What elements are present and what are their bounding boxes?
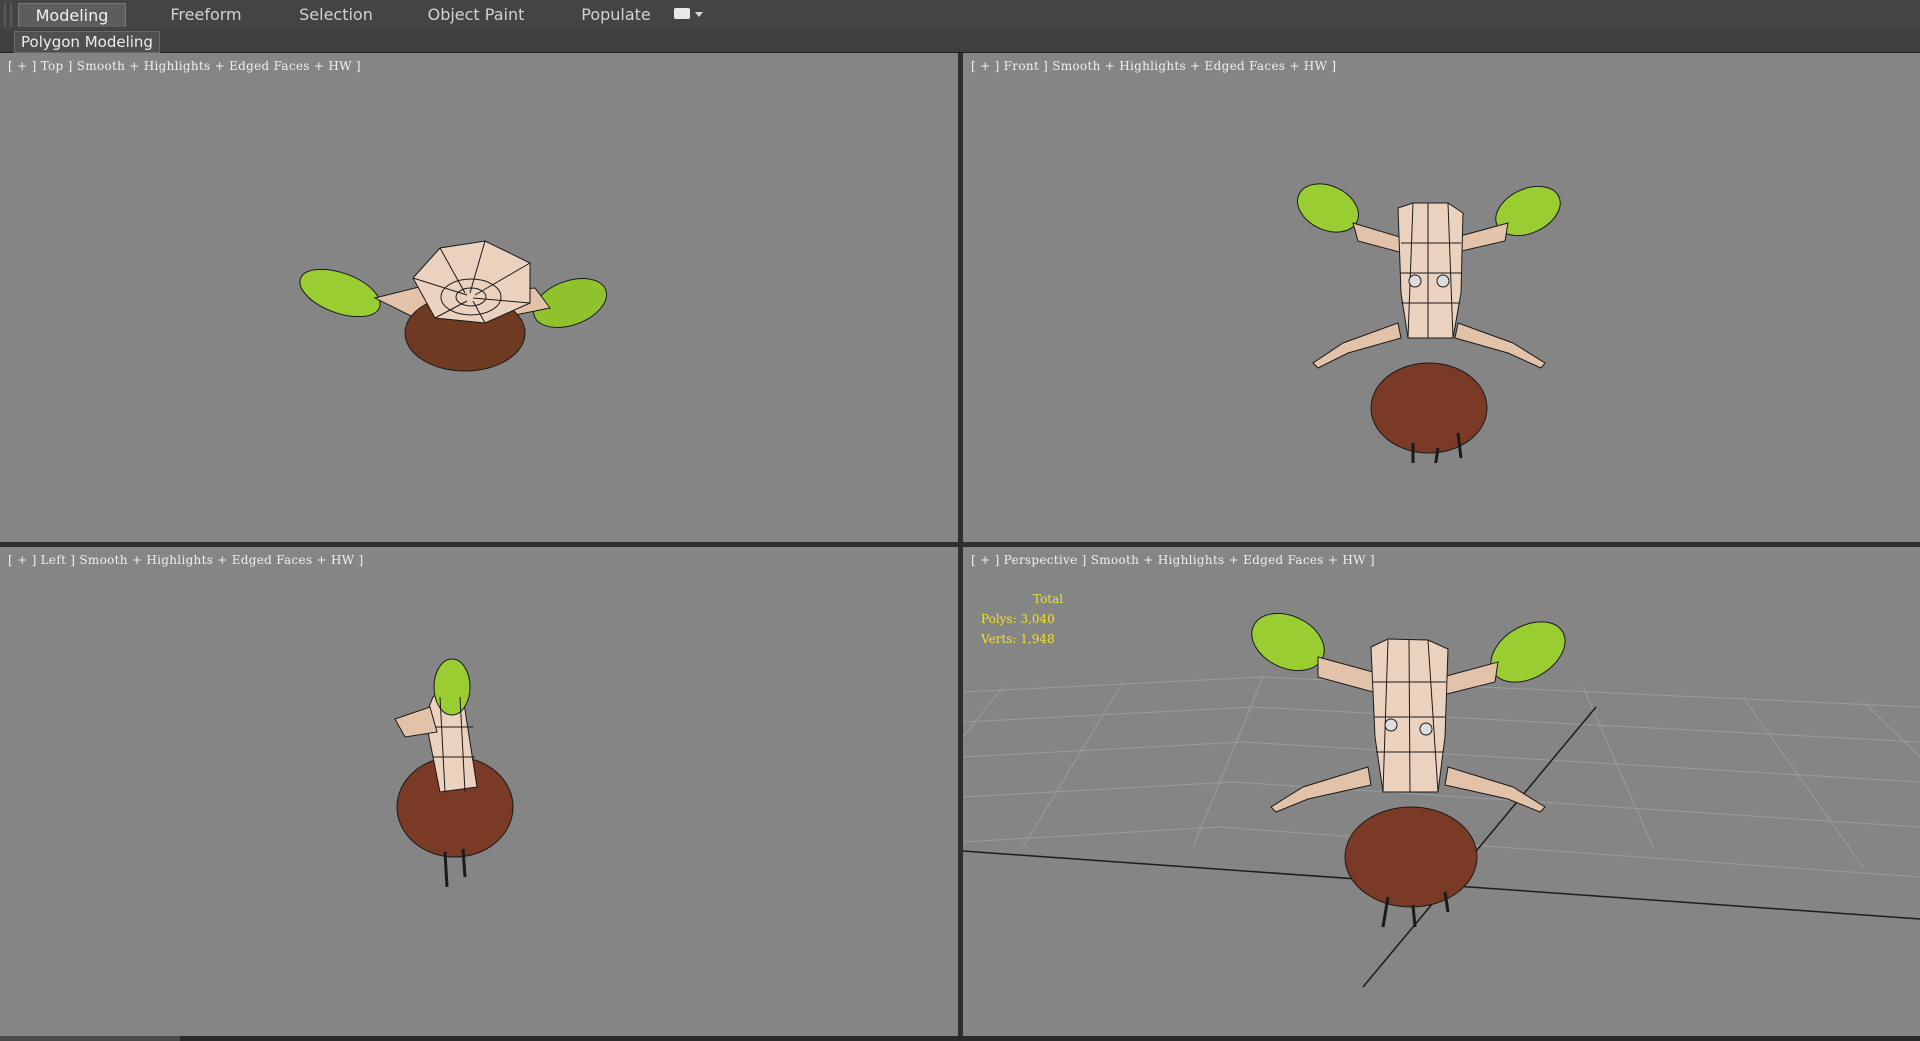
- panel-options-icon: [674, 8, 690, 19]
- tab-populate[interactable]: Populate: [558, 3, 674, 27]
- model-front-view: [1297, 183, 1561, 463]
- chevron-down-icon: [695, 12, 703, 17]
- model-perspective-view: [1251, 612, 1566, 928]
- model-left-view: [394, 658, 514, 888]
- ribbon-tab-bar: Modeling Freeform Selection Object Paint…: [0, 0, 1920, 31]
- viewport-top[interactable]: [ + ] Top ] Smooth + Highlights + Edged …: [0, 53, 958, 542]
- tab-object-paint[interactable]: Object Paint: [408, 3, 544, 27]
- viewport-area: [ + ] Top ] Smooth + Highlights + Edged …: [0, 53, 1920, 1041]
- viewport-top-label[interactable]: [ + ] Top ] Smooth + Highlights + Edged …: [8, 59, 361, 73]
- tab-selection[interactable]: Selection: [278, 3, 394, 27]
- viewport-left[interactable]: [ + ] Left ] Smooth + Highlights + Edged…: [0, 547, 958, 1041]
- panel-options-dropdown[interactable]: [674, 8, 704, 22]
- model-top-view: [299, 240, 607, 372]
- time-slider-segment[interactable]: [0, 1036, 180, 1041]
- polygon-modeling-panel[interactable]: Polygon Modeling: [14, 31, 160, 53]
- bottom-status-strip: [0, 1036, 1920, 1041]
- viewport-front[interactable]: [ + ] Front ] Smooth + Highlights + Edge…: [963, 53, 1920, 542]
- tab-freeform[interactable]: Freeform: [148, 3, 264, 27]
- tab-modeling[interactable]: Modeling: [18, 3, 126, 27]
- viewport-front-label[interactable]: [ + ] Front ] Smooth + Highlights + Edge…: [971, 59, 1336, 73]
- viewport-left-label[interactable]: [ + ] Left ] Smooth + Highlights + Edged…: [8, 553, 364, 567]
- viewport-perspective[interactable]: [ + ] Perspective ] Smooth + Highlights …: [963, 547, 1920, 1041]
- ribbon-grip-handle[interactable]: [4, 3, 12, 27]
- ribbon-panel-bar: Polygon Modeling: [0, 30, 1920, 53]
